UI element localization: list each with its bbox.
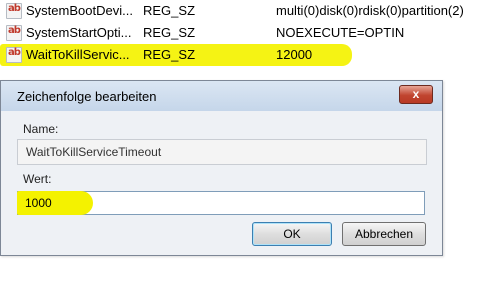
registry-value-data: 12000: [276, 47, 313, 62]
value-label: Wert:: [23, 172, 52, 186]
registry-value-data: NOEXECUTE=OPTIN: [276, 25, 405, 40]
string-value-icon: ab: [6, 47, 22, 63]
registry-value-data: multi(0)disk(0)rdisk(0)partition(2): [276, 3, 464, 18]
name-label: Name:: [23, 122, 59, 136]
registry-value-type: REG_SZ: [143, 3, 196, 18]
ok-button[interactable]: OK: [252, 222, 332, 246]
registry-value-list: ab SystemBootDevi... REG_SZ multi(0)disk…: [0, 0, 500, 72]
value-field-text[interactable]: 1000: [25, 196, 52, 210]
close-button[interactable]: x: [399, 85, 433, 104]
registry-value-name: SystemStartOpti...: [26, 25, 132, 40]
string-value-icon: ab: [6, 3, 22, 19]
edit-string-dialog: Zeichenfolge bearbeiten x Name: WaitToKi…: [0, 80, 443, 256]
registry-row[interactable]: ab SystemBootDevi... REG_SZ multi(0)disk…: [0, 0, 500, 22]
dialog-titlebar[interactable]: Zeichenfolge bearbeiten x: [1, 81, 442, 111]
cancel-button[interactable]: Abbrechen: [342, 222, 426, 246]
registry-value-name: SystemBootDevi...: [26, 3, 133, 18]
registry-value-type: REG_SZ: [143, 25, 196, 40]
string-value-icon: ab: [6, 25, 22, 41]
registry-value-name: WaitToKillServic...: [26, 47, 130, 62]
registry-value-type: REG_SZ: [143, 47, 196, 62]
registry-row[interactable]: ab SystemStartOpti... REG_SZ NOEXECUTE=O…: [0, 22, 500, 44]
dialog-title: Zeichenfolge bearbeiten: [17, 89, 157, 104]
name-field-value: WaitToKillServiceTimeout: [26, 145, 162, 159]
close-icon: x: [412, 87, 420, 101]
registry-row-selected[interactable]: ab WaitToKillServic... REG_SZ 12000: [0, 44, 500, 66]
name-field: WaitToKillServiceTimeout: [17, 139, 427, 165]
